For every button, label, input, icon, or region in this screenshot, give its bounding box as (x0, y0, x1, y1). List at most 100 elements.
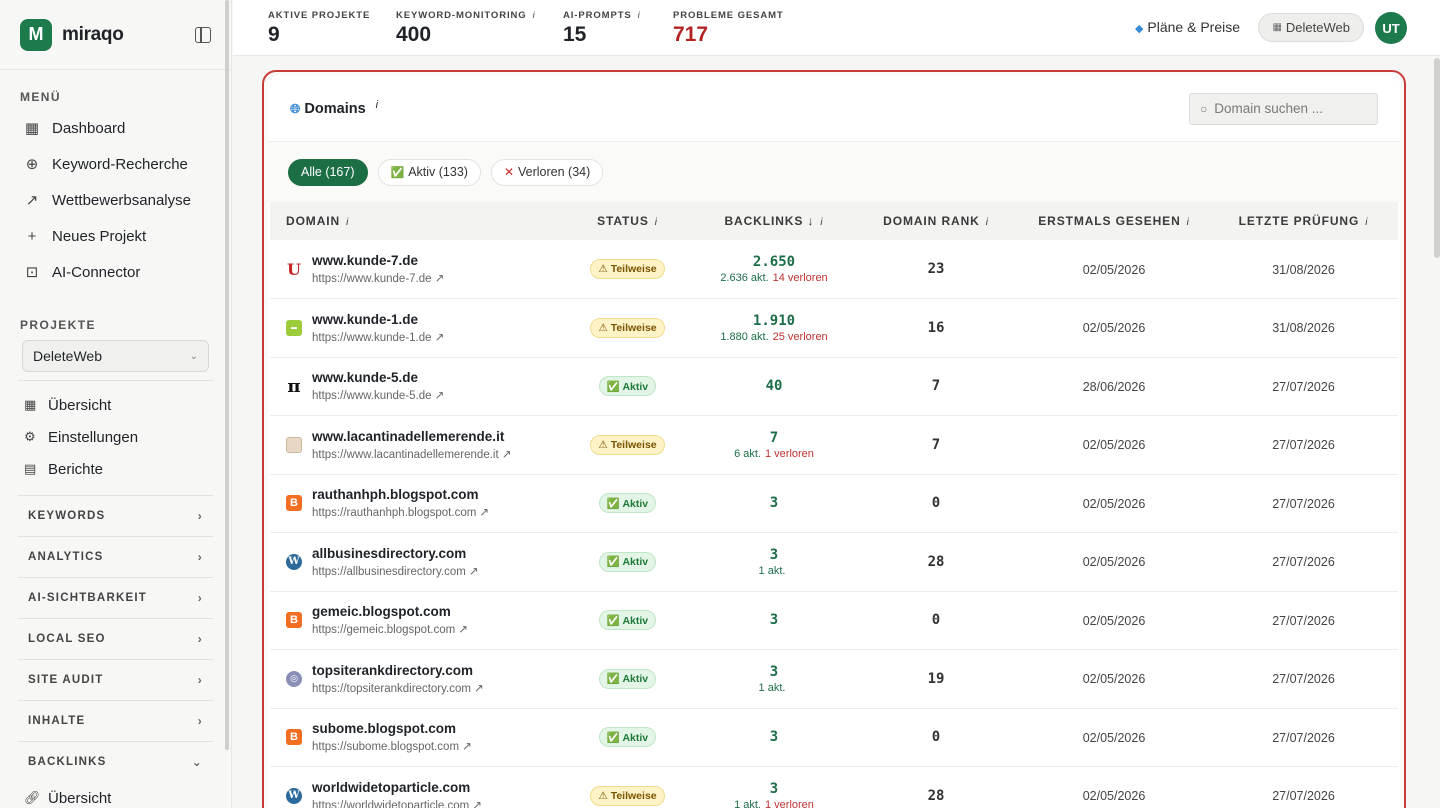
project-item-uebersicht[interactable]: ▦ Übersicht (20, 389, 211, 421)
first-seen-date: 02/05/2026 (1082, 730, 1146, 745)
menu-item-dashboard[interactable]: ▦ Dashboard (14, 110, 217, 146)
filter-all[interactable]: Alle (167) (288, 158, 368, 186)
domain-name[interactable]: www.kunde-5.de (312, 370, 444, 385)
table-row[interactable]: W worldwidetoparticle.com https://worldw… (270, 767, 1398, 808)
domain-url[interactable]: https://www.lacantinadellemerende.it ↗ (312, 447, 512, 461)
domain-url[interactable]: https://subome.blogspot.com ↗ (312, 739, 472, 753)
backlinks-count[interactable]: 40 (695, 378, 853, 394)
main-scrollbar[interactable] (1434, 58, 1440, 258)
backlinks-detail: 2.636 akt. 14 verloren (695, 272, 853, 284)
col-status[interactable]: STATUS i (560, 202, 695, 240)
table-row[interactable]: ◎ topsiterankdirectory.com https://topsi… (270, 650, 1398, 708)
backlinks-count[interactable]: 3 (695, 612, 853, 628)
group-label: BACKLINKS (28, 756, 107, 768)
backlinks-count[interactable]: 3 (695, 664, 853, 680)
domain-name[interactable]: gemeic.blogspot.com (312, 604, 468, 619)
info-icon[interactable]: i (820, 217, 823, 228)
info-icon[interactable]: i (376, 99, 378, 111)
sidebar-scrollbar[interactable] (225, 0, 229, 750)
info-icon[interactable]: i (986, 217, 989, 228)
group-local-seo[interactable]: LOCAL SEO › (18, 618, 213, 659)
group-ai-sichtbarkeit[interactable]: AI-SICHTBARKEIT › (18, 577, 213, 618)
domain-name[interactable]: www.kunde-7.de (312, 253, 444, 268)
backlinks-count[interactable]: 2.650 (695, 254, 853, 270)
domain-name[interactable]: worldwidetoparticle.com (312, 780, 482, 795)
backlinks-count[interactable]: 3 (695, 781, 853, 797)
table-row[interactable]: www.lacantinadellemerende.it https://www… (270, 416, 1398, 475)
group-keywords[interactable]: KEYWORDS › (18, 495, 213, 536)
status-badge: ⚠ Teilweise (590, 434, 665, 455)
domain-name[interactable]: allbusinesdirectory.com (312, 546, 479, 561)
plans-link[interactable]: ◆ Pläne & Preise (1135, 19, 1240, 35)
domain-url[interactable]: https://worldwidetoparticle.com ↗ (312, 798, 482, 808)
table-row[interactable]: π www.kunde-5.de https://www.kunde-5.de … (270, 357, 1398, 416)
favicon-icon: π (287, 375, 301, 397)
filter-verloren[interactable]: ✕ Verloren (34) (490, 158, 604, 186)
domain-name[interactable]: topsiterankdirectory.com (312, 663, 484, 678)
domain-url[interactable]: https://www.kunde-1.de ↗ (312, 330, 444, 344)
filter-aktiv[interactable]: ✅ Aktiv (133) (377, 158, 481, 186)
sidebar-toggle-icon[interactable] (195, 26, 211, 43)
domain-wrap: W allbusinesdirectory.com https://allbus… (286, 546, 560, 578)
domain-url[interactable]: https://gemeic.blogspot.com ↗ (312, 622, 468, 636)
domain-url[interactable]: https://rauthanhph.blogspot.com ↗ (312, 505, 489, 519)
table-row[interactable]: B rauthanhph.blogspot.com https://rautha… (270, 474, 1398, 533)
group-site-audit[interactable]: SITE AUDIT › (18, 659, 213, 700)
col-backlinks[interactable]: BACKLINKS ↓ i (695, 202, 853, 240)
menu-item-wettbewerbsanalyse[interactable]: ↗ Wettbewerbsanalyse (14, 182, 217, 218)
domain-search-input[interactable] (1214, 101, 1355, 116)
backlinks-item-uebersicht[interactable]: 🔗︎ Übersicht (20, 782, 211, 808)
table-row[interactable]: U www.kunde-7.de https://www.kunde-7.de … (270, 240, 1398, 299)
table-row[interactable]: W allbusinesdirectory.com https://allbus… (270, 533, 1398, 592)
col-letzte-pruefung[interactable]: LETZTE PRÜFUNG i (1209, 202, 1398, 240)
backlinks-count[interactable]: 3 (695, 729, 853, 745)
status-cell: ✅ Aktiv (560, 591, 695, 650)
info-icon[interactable]: i (655, 217, 658, 228)
group-analytics[interactable]: ANALYTICS › (18, 536, 213, 577)
group-inhalte[interactable]: INHALTE › (18, 700, 213, 741)
table-row[interactable]: B gemeic.blogspot.com https://gemeic.blo… (270, 591, 1398, 650)
table-row[interactable]: ▬ www.kunde-1.de https://www.kunde-1.de … (270, 299, 1398, 357)
domains-card-inner: 🌐︎ Domains i ○ Alle (167) ✅Aktiv (133) ✕… (268, 76, 1400, 808)
info-icon[interactable]: i (1187, 217, 1190, 228)
domain-url[interactable]: https://www.kunde-5.de ↗ (312, 388, 444, 402)
col-domain[interactable]: DOMAIN i (270, 202, 560, 240)
info-icon[interactable]: i (638, 10, 641, 21)
info-icon[interactable]: i (346, 217, 349, 228)
domain-url[interactable]: https://topsiterankdirectory.com ↗ (312, 681, 484, 695)
col-erstmals-gesehen[interactable]: ERSTMALS GESEHEN i (1019, 202, 1209, 240)
status-cell: ✅ Aktiv (560, 533, 695, 592)
info-icon[interactable]: i (533, 10, 536, 21)
domain-name[interactable]: rauthanhph.blogspot.com (312, 487, 489, 502)
project-select[interactable]: DeleteWeb ⌄ (22, 340, 209, 372)
stat-value: 717 (673, 23, 709, 46)
backlinks-cell: 3 (695, 708, 853, 767)
status-badge: ⚠ Teilweise (590, 785, 665, 806)
backlinks-cell: 7 6 akt. 1 verloren (695, 416, 853, 475)
backlinks-count[interactable]: 1.910 (695, 313, 853, 329)
last-check-cell: 27/07/2026 (1209, 767, 1398, 808)
menu-item-neues-projekt[interactable]: + Neues Projekt (14, 218, 217, 254)
group-backlinks[interactable]: BACKLINKS ⌄ (18, 741, 213, 782)
domain-url[interactable]: https://allbusinesdirectory.com ↗ (312, 564, 479, 578)
stat-label: AI-PROMPTS (563, 10, 632, 21)
backlinks-count[interactable]: 3 (695, 495, 853, 511)
info-icon[interactable]: i (1365, 217, 1368, 228)
domain-name[interactable]: subome.blogspot.com (312, 721, 472, 736)
domain-name[interactable]: www.lacantinadellemerende.it (312, 429, 512, 444)
backlinks-count[interactable]: 3 (695, 547, 853, 563)
chevron-down-icon: ⌄ (189, 350, 198, 362)
project-button[interactable]: ▦ DeleteWeb (1258, 13, 1364, 42)
project-item-berichte[interactable]: ▤ Berichte (20, 453, 211, 485)
avatar[interactable]: UT (1375, 12, 1407, 44)
menu-item-keyword-recherche[interactable]: ⊕ Keyword-Recherche (14, 146, 217, 182)
backlinks-count[interactable]: 7 (695, 430, 853, 446)
table-row[interactable]: B subome.blogspot.com https://subome.blo… (270, 708, 1398, 767)
domain-name[interactable]: www.kunde-1.de (312, 312, 444, 327)
domain-url[interactable]: https://www.kunde-7.de ↗ (312, 271, 444, 285)
menu-item-ai-connector[interactable]: ⊡ AI-Connector (14, 254, 217, 290)
col-domain-rank[interactable]: DOMAIN RANK i (853, 202, 1019, 240)
domain-search[interactable]: ○ (1189, 92, 1378, 125)
last-check-date: 27/07/2026 (1272, 789, 1335, 804)
project-item-einstellungen[interactable]: ⚙ Einstellungen (20, 421, 211, 453)
